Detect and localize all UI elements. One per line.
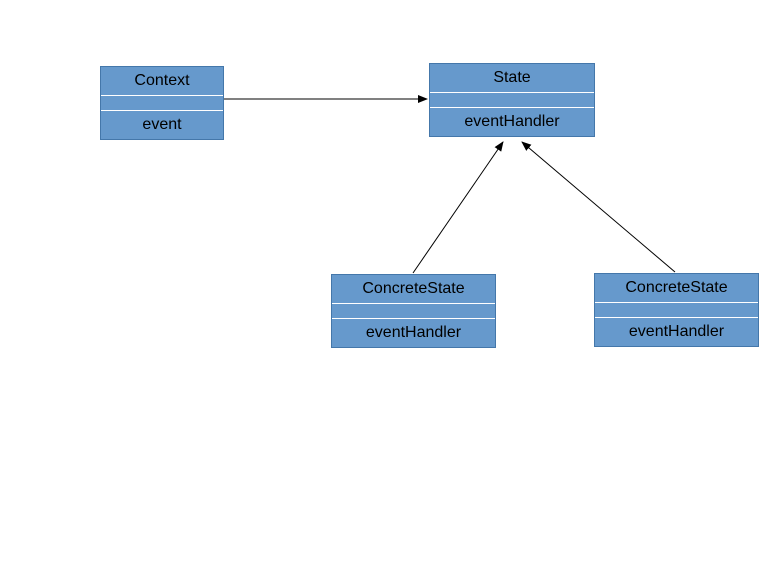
concrete1-method: eventHandler [332, 319, 495, 347]
concrete2-mid [595, 303, 758, 318]
concrete2-title: ConcreteState [595, 274, 758, 303]
context-method: event [101, 111, 223, 139]
concrete-state-2-box: ConcreteState eventHandler [594, 273, 759, 347]
concrete2-to-state-arrow [522, 142, 675, 272]
context-title: Context [101, 67, 223, 96]
concrete1-title: ConcreteState [332, 275, 495, 304]
context-mid [101, 96, 223, 111]
concrete1-mid [332, 304, 495, 319]
state-method: eventHandler [430, 108, 594, 136]
state-title: State [430, 64, 594, 93]
state-class-box: State eventHandler [429, 63, 595, 137]
state-mid [430, 93, 594, 108]
context-class-box: Context event [100, 66, 224, 140]
concrete2-method: eventHandler [595, 318, 758, 346]
concrete-state-1-box: ConcreteState eventHandler [331, 274, 496, 348]
concrete1-to-state-arrow [413, 142, 503, 273]
